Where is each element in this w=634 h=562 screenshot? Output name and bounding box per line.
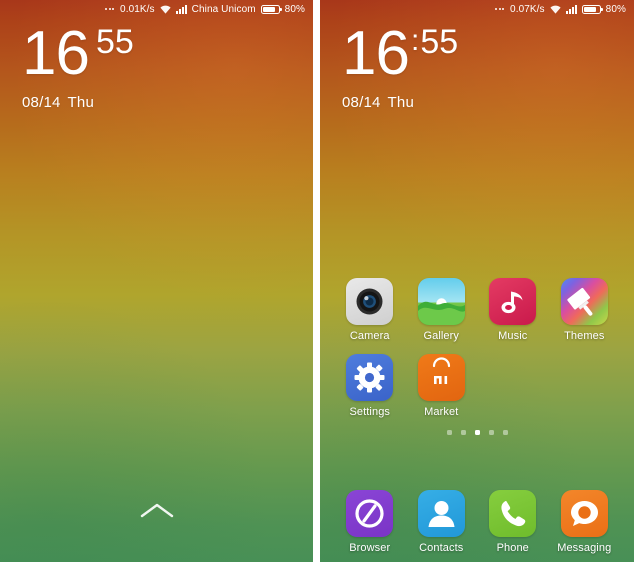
page-dot[interactable] bbox=[446, 430, 452, 435]
homescreen-date: 08/14 Thu bbox=[342, 94, 634, 111]
app-label: Phone bbox=[496, 542, 529, 554]
gallery-icon[interactable] bbox=[417, 278, 465, 325]
app-row-2: Settings Market bbox=[320, 354, 634, 418]
weekday-label: Thu bbox=[387, 93, 414, 111]
page-dot[interactable] bbox=[460, 430, 466, 435]
app-label: Contacts bbox=[419, 542, 464, 554]
homescreen-status-bar: 0.07K/s 80% bbox=[320, 0, 634, 18]
camera-icon[interactable] bbox=[346, 278, 394, 325]
screenshot-stage: 0.01K/s China Unicom 80% 16 55 08/14 Thu bbox=[0, 0, 634, 562]
app-themes[interactable]: Themes bbox=[549, 278, 621, 342]
lockscreen-date: 08/14 Thu bbox=[22, 94, 313, 111]
market-icon[interactable] bbox=[417, 354, 465, 401]
app-market[interactable]: Market bbox=[406, 354, 478, 418]
dock: Browser Contacts Phone Messaging bbox=[320, 490, 634, 554]
phone-icon[interactable] bbox=[489, 490, 537, 537]
cellular-signal-icon bbox=[175, 4, 187, 14]
cellular-signal-icon bbox=[565, 4, 577, 14]
app-row-1: Camera Gallery Music Themes bbox=[320, 278, 634, 342]
app-grid: Camera Gallery Music Themes Settings Mar… bbox=[320, 278, 634, 445]
clock-hours: 16 bbox=[22, 19, 90, 88]
homescreen-clock-widget[interactable]: 16 : 55 08/14 Thu bbox=[320, 18, 634, 111]
app-settings[interactable]: Settings bbox=[334, 354, 406, 418]
page-dot-active[interactable] bbox=[474, 430, 480, 435]
app-label: Gallery bbox=[423, 330, 460, 342]
page-dot[interactable] bbox=[502, 430, 508, 435]
network-speed-label: 0.07K/s bbox=[510, 3, 545, 15]
clock-minutes: 55 bbox=[95, 23, 134, 61]
dock-row: Browser Contacts Phone Messaging bbox=[320, 490, 634, 554]
battery-icon bbox=[260, 4, 282, 14]
themes-icon[interactable] bbox=[560, 278, 608, 325]
lockscreen-panel[interactable]: 0.01K/s China Unicom 80% 16 55 08/14 Thu bbox=[0, 0, 313, 562]
app-camera[interactable]: Camera bbox=[334, 278, 406, 342]
app-label: Settings bbox=[349, 406, 391, 418]
lockscreen-clock-widget: 16 55 08/14 Thu bbox=[0, 18, 313, 111]
contacts-icon[interactable] bbox=[417, 490, 465, 537]
browser-icon[interactable] bbox=[346, 490, 394, 537]
more-dots-icon bbox=[495, 8, 505, 10]
date-label: 08/14 bbox=[342, 93, 381, 111]
clock-minutes: 55 bbox=[420, 23, 459, 61]
app-music[interactable]: Music bbox=[477, 278, 549, 342]
app-label: Themes bbox=[564, 330, 605, 342]
music-icon[interactable] bbox=[489, 278, 537, 325]
app-label: Messaging bbox=[557, 542, 612, 554]
app-contacts[interactable]: Contacts bbox=[406, 490, 478, 554]
app-messaging[interactable]: Messaging bbox=[549, 490, 621, 554]
wifi-icon bbox=[160, 5, 171, 14]
app-browser[interactable]: Browser bbox=[334, 490, 406, 554]
carrier-label: China Unicom bbox=[191, 3, 256, 15]
messaging-icon[interactable] bbox=[560, 490, 608, 537]
chevron-up-icon[interactable] bbox=[140, 502, 174, 524]
page-dot[interactable] bbox=[488, 430, 494, 435]
weekday-label: Thu bbox=[67, 93, 94, 111]
app-label: Browser bbox=[349, 542, 391, 554]
battery-percent-label: 80% bbox=[605, 3, 626, 15]
clock-hours: 16 bbox=[342, 19, 410, 88]
more-dots-icon bbox=[105, 8, 115, 10]
battery-percent-label: 80% bbox=[284, 3, 305, 15]
app-label: Music bbox=[498, 330, 528, 342]
date-label: 08/14 bbox=[22, 93, 61, 111]
page-indicator[interactable] bbox=[320, 430, 634, 435]
battery-icon bbox=[581, 4, 603, 14]
app-phone[interactable]: Phone bbox=[477, 490, 549, 554]
settings-icon[interactable] bbox=[346, 354, 394, 401]
clock-separator: : bbox=[410, 24, 420, 57]
wifi-icon bbox=[550, 5, 561, 14]
network-speed-label: 0.01K/s bbox=[120, 3, 155, 15]
app-gallery[interactable]: Gallery bbox=[406, 278, 478, 342]
homescreen-panel[interactable]: 0.07K/s 80% 16 : 55 08/14 Thu Camera Gal… bbox=[320, 0, 634, 562]
unlock-swipe-area[interactable] bbox=[0, 502, 313, 524]
app-label: Camera bbox=[349, 330, 390, 342]
app-label: Market bbox=[424, 406, 459, 418]
lockscreen-status-bar: 0.01K/s China Unicom 80% bbox=[0, 0, 313, 18]
